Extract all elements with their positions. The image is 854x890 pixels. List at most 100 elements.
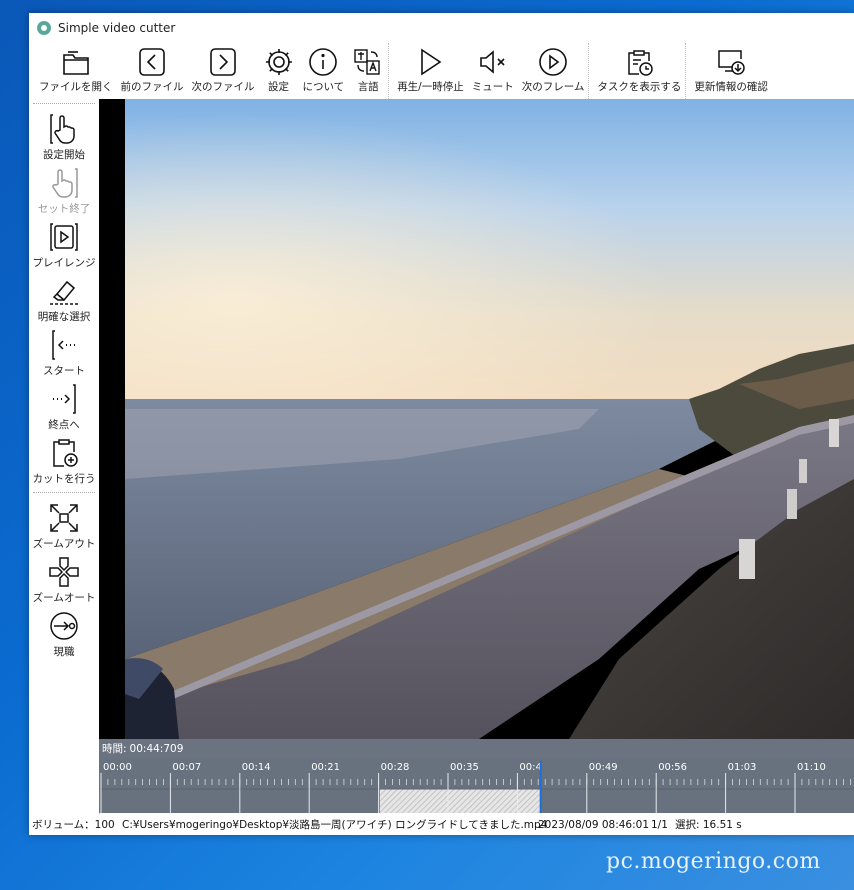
window-title: Simple video cutter [58, 21, 176, 35]
go-end-button[interactable]: 終点へ [33, 380, 95, 434]
set-start-label: 設定開始 [43, 149, 85, 161]
go-end-label: 終点へ [48, 419, 80, 431]
updates-group: 更新情報の確認 [685, 43, 772, 99]
tick-label: 00:28 [381, 762, 410, 773]
timeline[interactable]: 00:00 00:07 00:14 00:21 00:28 00:35 00:4 00:49 0… [99, 759, 854, 813]
zoom-auto-button[interactable]: ズームオート [33, 553, 95, 607]
hand-pointer-icon [50, 114, 75, 144]
tasks-group: タスクを表示する [588, 43, 685, 99]
time-label: 時間: [102, 743, 127, 755]
current-position-button[interactable]: 現職 [33, 607, 95, 661]
playback-group: 再生/一時停止 ミュート 次のフレーム [388, 43, 588, 99]
clear-selection-button[interactable]: 明確な選択 [33, 272, 95, 326]
tick-label: 00:35 [450, 762, 479, 773]
app-logo-icon [37, 21, 51, 35]
tick-label: 00:07 [172, 762, 201, 773]
settings-label: 設定 [268, 81, 289, 93]
go-end-icon [53, 384, 76, 414]
tick-label: 00:4 [519, 762, 541, 773]
do-cut-label: カットを行う [32, 473, 96, 485]
open-file-button[interactable]: ファイルを開く [35, 43, 117, 99]
open-file-label: ファイルを開く [39, 81, 113, 93]
gear-icon [265, 49, 292, 75]
sidebar: 設定開始 セット終了 プレイレンジ 明確な選択 スタート 終点へ カットを行う [29, 99, 100, 815]
chevron-right-box-icon [210, 48, 236, 76]
video-preview[interactable] [99, 99, 854, 739]
selection-range [379, 789, 541, 813]
sidebar-divider [33, 492, 95, 493]
language-icon [354, 49, 380, 75]
monitor-download-icon [718, 50, 745, 75]
play-pause-label: 再生/一時停止 [397, 81, 464, 93]
show-tasks-label: タスクを表示する [597, 81, 682, 93]
status-bar: ボリューム：100 C:¥Users¥mogeringo¥Desktop¥淡路島… [29, 815, 854, 835]
check-updates-button[interactable]: 更新情報の確認 [690, 43, 772, 99]
timeline-ruler[interactable]: 00:00 00:07 00:14 00:21 00:28 00:35 00:4 00:49 0… [99, 759, 854, 813]
about-label: について [302, 81, 345, 93]
next-frame-button[interactable]: 次のフレーム [518, 43, 589, 99]
tick-label: 00:21 [311, 762, 340, 773]
next-file-button[interactable]: 次のファイル [188, 43, 259, 99]
expand-arrows-icon [50, 504, 78, 532]
tick-label: 00:14 [242, 762, 271, 773]
set-end-label: セット終了 [37, 203, 91, 215]
play-icon [421, 48, 442, 76]
tick-label: 00:56 [658, 762, 687, 773]
next-frame-label: 次のフレーム [521, 81, 585, 93]
hand-pointer-disabled-icon [52, 168, 78, 198]
selection-status: 選択: 16.51 s [675, 819, 742, 831]
mute-label: ミュート [471, 81, 514, 93]
set-start-button[interactable]: 設定開始 [33, 110, 95, 164]
current-time: 00:44:709 [129, 743, 184, 755]
play-range-label: プレイレンジ [32, 257, 96, 269]
volume-status: ボリューム：100 [32, 819, 115, 831]
go-start-icon [52, 330, 75, 360]
check-updates-label: 更新情報の確認 [694, 81, 768, 93]
app-window: Simple video cutter ファイルを開く 前のファイル 次のファイ… [29, 13, 854, 835]
language-button[interactable]: 言語 [348, 43, 388, 99]
file-group: ファイルを開く 前のファイル 次のファイル 設定 について 言語 [29, 43, 388, 99]
time-readout-bar: 時間: 00:44:709 [99, 739, 854, 759]
tick-label: 00:00 [103, 762, 132, 773]
main-toolbar: ファイルを開く 前のファイル 次のファイル 設定 について 言語 再生/一時停止… [29, 43, 854, 99]
do-cut-button[interactable]: カットを行う [32, 434, 96, 488]
play-range-icon [50, 223, 78, 251]
file-count-status: 1/1 [651, 819, 668, 831]
clipboard-clock-icon [628, 50, 654, 76]
file-path-status: C:¥Users¥mogeringo¥Desktop¥淡路島一周(アワイチ) ロ… [122, 819, 548, 831]
eraser-icon [50, 280, 78, 305]
tick-label: 00:49 [589, 762, 618, 773]
tick-label: 01:10 [797, 762, 826, 773]
video-frame-image [99, 99, 854, 739]
datetime-status: 2023/08/09 08:46:01 [538, 819, 650, 831]
sidebar-divider [33, 103, 95, 104]
zoom-out-button[interactable]: ズームアウト [33, 499, 95, 553]
prev-file-button[interactable]: 前のファイル [117, 43, 188, 99]
play-pause-button[interactable]: 再生/一時停止 [393, 43, 468, 99]
info-icon [309, 48, 338, 76]
set-end-button: セット終了 [33, 164, 95, 218]
settings-button[interactable]: 設定 [259, 43, 299, 99]
speaker-mute-icon [479, 50, 505, 74]
show-tasks-button[interactable]: タスクを表示する [593, 43, 685, 99]
language-label: 言語 [357, 81, 379, 93]
chevron-left-box-icon [139, 48, 165, 76]
folder-open-icon [62, 51, 89, 75]
zoom-out-label: ズームアウト [32, 538, 96, 550]
clipboard-plus-icon [53, 439, 78, 467]
tick-label: 01:03 [728, 762, 757, 773]
watermark-text: pc.mogeringo.com [606, 849, 821, 874]
prev-file-label: 前のファイル [120, 81, 184, 93]
go-start-button[interactable]: スタート [33, 326, 95, 380]
dpad-icon [49, 557, 79, 587]
play-range-button[interactable]: プレイレンジ [32, 218, 96, 272]
about-button[interactable]: について [299, 43, 349, 99]
arrow-to-target-icon [50, 612, 78, 640]
mute-button[interactable]: ミュート [468, 43, 518, 99]
next-file-label: 次のファイル [191, 81, 255, 93]
zoom-auto-label: ズームオート [32, 592, 96, 604]
play-circle-icon [539, 48, 567, 76]
current-position-label: 現職 [53, 646, 75, 658]
title-bar: Simple video cutter [29, 13, 854, 43]
go-start-label: スタート [43, 365, 85, 377]
